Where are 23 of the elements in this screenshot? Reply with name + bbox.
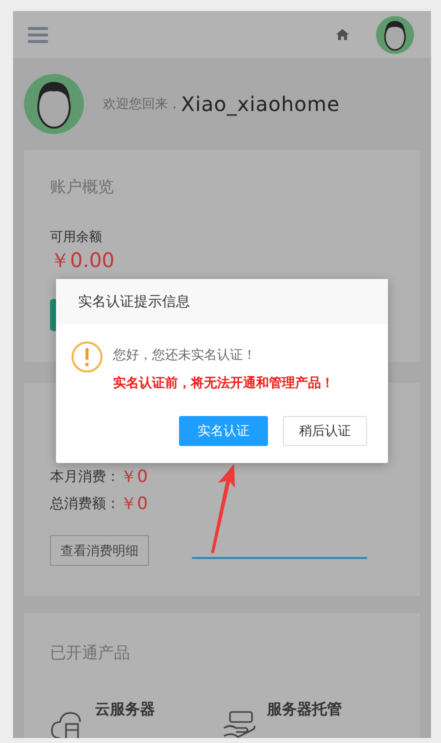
card-title: 账户概览	[50, 177, 115, 198]
product-name[interactable]: 云服务器	[95, 700, 155, 719]
welcome-text: 欢迎您回来，	[103, 96, 181, 113]
dialog-warning: 实名认证前，将无法开通和管理产品！	[113, 374, 334, 392]
balance-label: 可用余额	[50, 229, 103, 246]
avatar-icon[interactable]	[376, 16, 414, 54]
later-button[interactable]: 稍后认证	[283, 416, 367, 446]
warning-icon	[71, 341, 103, 373]
dialog-message: 您好，您还未实名认证！	[113, 347, 257, 364]
spending-label: 本月消费：	[50, 468, 120, 486]
avatar-icon	[24, 74, 84, 134]
username: Xiao_xiaohome	[181, 92, 340, 116]
spending-label: 总消费额：	[50, 494, 120, 512]
spending-amount: ￥0	[120, 493, 148, 515]
product-name[interactable]: 服务器托管	[267, 700, 342, 719]
balance-amount: ￥0.00	[50, 249, 116, 271]
dialog-title: 实名认证提示信息	[78, 292, 190, 310]
hand-server-icon	[222, 710, 258, 738]
spending-amount: ￥0	[120, 466, 148, 488]
home-icon[interactable]	[336, 29, 349, 40]
menu-icon[interactable]	[28, 26, 48, 42]
card-title: 已开通产品	[50, 643, 131, 664]
details-button[interactable]: 查看消费明细	[50, 535, 149, 566]
